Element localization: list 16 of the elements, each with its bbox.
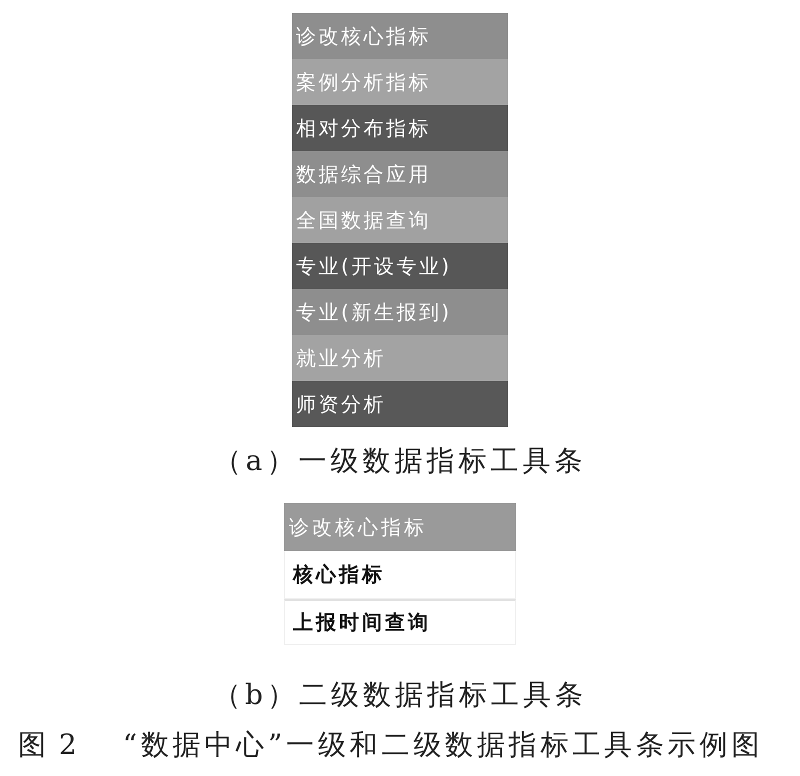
menu-item[interactable]: 就业分析 — [292, 335, 508, 381]
figure-number: 图 2 — [18, 728, 79, 762]
menu-item[interactable]: 诊改核心指标 — [292, 13, 508, 59]
menu-header[interactable]: 诊改核心指标 — [284, 503, 516, 551]
figure-caption: （b）二级数据指标工具条 — [213, 678, 587, 712]
menu-item[interactable]: 数据综合应用 — [292, 151, 508, 197]
menu-item[interactable]: 专业(新生报到) — [292, 289, 508, 335]
submenu-item[interactable]: 上报时间查询 — [284, 599, 516, 645]
menu-item[interactable]: 全国数据查询 — [292, 197, 508, 243]
figure-caption: （a）一级数据指标工具条 — [214, 444, 586, 478]
menu-item[interactable]: 案例分析指标 — [292, 59, 508, 105]
menu-item[interactable]: 专业(开设专业) — [292, 243, 508, 289]
figure-title: “数据中心”一级和二级数据指标工具条示例图 — [122, 728, 764, 762]
menu-item[interactable]: 相对分布指标 — [292, 105, 508, 151]
menu-item[interactable]: 师资分析 — [292, 381, 508, 427]
submenu-item[interactable]: 核心指标 — [284, 551, 516, 599]
